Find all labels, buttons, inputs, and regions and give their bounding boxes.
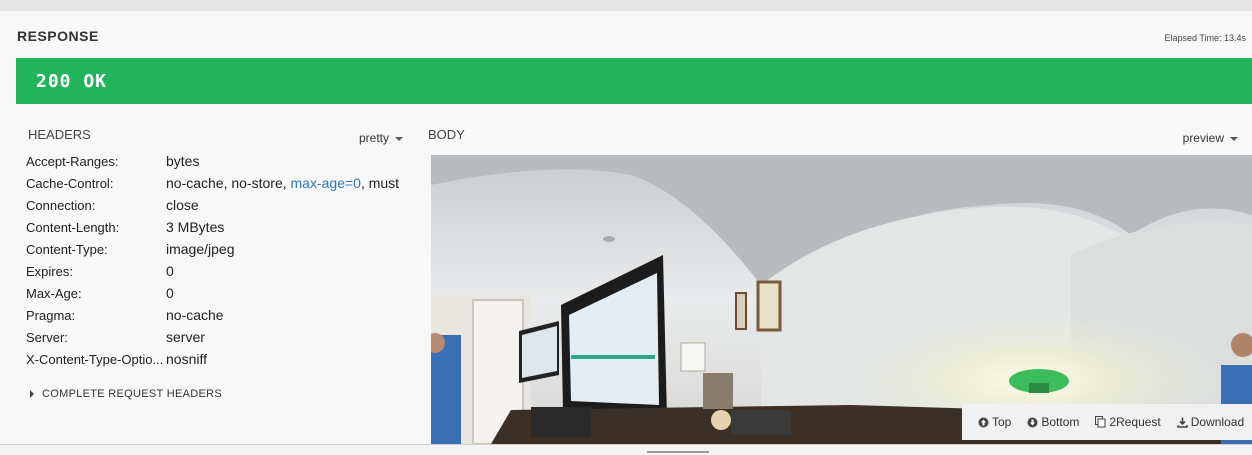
header-value: close	[166, 197, 199, 213]
resize-handle-icon[interactable]	[647, 451, 709, 453]
header-value: no-cache, no-store, max-age=0, must	[166, 175, 399, 191]
body-format-label: preview	[1182, 131, 1224, 145]
header-name: Accept-Ranges:	[26, 153, 119, 169]
header-row: Pragma: no-cache	[26, 304, 426, 326]
header-value-text: no-cache, no-store,	[166, 175, 291, 191]
arrow-up-circle-icon	[978, 417, 989, 427]
scroll-top-label: Top	[992, 415, 1012, 429]
complete-request-headers-label: COMPLETE REQUEST HEADERS	[42, 388, 222, 400]
response-panel: RESPONSE Elapsed Time: 13.4s 200 OK HEAD…	[0, 11, 1252, 444]
status-text: 200 OK	[36, 71, 108, 92]
header-value: no-cache	[166, 307, 224, 323]
download-label: Download	[1190, 415, 1245, 429]
header-name: X-Content-Type-Optio...	[26, 351, 164, 367]
copy-icon	[1095, 416, 1106, 428]
header-row: Max-Age: 0	[26, 282, 426, 304]
header-value-text: , must	[360, 175, 400, 191]
scroll-bottom-button[interactable]: Bottom	[1027, 415, 1079, 429]
body-title: BODY	[428, 127, 465, 142]
headers-list: Accept-Ranges: bytes Cache-Control: no-c…	[26, 150, 426, 370]
header-value: server	[166, 329, 205, 345]
body-image-preview	[431, 155, 1252, 444]
header-row: Connection: close	[26, 194, 426, 216]
scroll-bottom-label: Bottom	[1041, 415, 1080, 429]
headers-format-select[interactable]: pretty	[359, 131, 404, 145]
header-value-link[interactable]: max-age=0	[291, 175, 361, 191]
header-row: Server: server	[26, 326, 426, 348]
headers-format-label: pretty	[359, 131, 390, 145]
triangle-right-icon	[30, 390, 34, 399]
to-request-label: 2Request	[1109, 415, 1161, 429]
header-value: 3 MBytes	[166, 219, 225, 235]
to-request-button[interactable]: 2Request	[1095, 415, 1161, 429]
header-row: Content-Length: 3 MBytes	[26, 216, 426, 238]
header-value: image/jpeg	[166, 241, 235, 257]
header-value: 0	[166, 285, 174, 301]
headers-title: HEADERS	[28, 127, 91, 142]
header-name: Connection:	[26, 197, 96, 213]
header-value: 0	[166, 263, 174, 279]
body-format-select[interactable]: preview	[1183, 131, 1238, 145]
chevron-down-icon	[1230, 136, 1238, 141]
elapsed-time: Elapsed Time: 13.4s	[1164, 33, 1246, 43]
header-value: bytes	[166, 153, 200, 169]
download-button[interactable]: Download	[1177, 415, 1244, 429]
complete-request-headers-toggle[interactable]: COMPLETE REQUEST HEADERS	[30, 388, 222, 400]
header-row: Cache-Control: no-cache, no-store, max-a…	[26, 172, 426, 194]
header-row: Expires: 0	[26, 260, 426, 282]
header-value: nosniff	[166, 351, 207, 367]
header-name: Cache-Control:	[26, 175, 114, 191]
status-bar: 200 OK	[16, 58, 1252, 104]
download-icon	[1177, 417, 1188, 428]
header-name: Server:	[26, 329, 68, 345]
header-name: Max-Age:	[26, 285, 82, 301]
header-name: Content-Length:	[26, 219, 120, 235]
header-row: X-Content-Type-Optio... nosniff	[26, 348, 426, 370]
body-toolbar: Top Bottom 2Request Download	[962, 404, 1252, 440]
header-name: Expires:	[26, 263, 73, 279]
header-name: Content-Type:	[26, 241, 108, 257]
header-row: Content-Type: image/jpeg	[26, 238, 426, 260]
arrow-down-circle-icon	[1027, 417, 1038, 427]
header-name: Pragma:	[26, 307, 76, 323]
panorama-image	[431, 155, 1252, 444]
header-row: Accept-Ranges: bytes	[26, 150, 426, 172]
chevron-down-icon	[395, 136, 404, 141]
scroll-top-button[interactable]: Top	[978, 415, 1011, 429]
response-title: RESPONSE	[17, 28, 99, 44]
panel-resize-bar[interactable]	[0, 444, 1252, 455]
